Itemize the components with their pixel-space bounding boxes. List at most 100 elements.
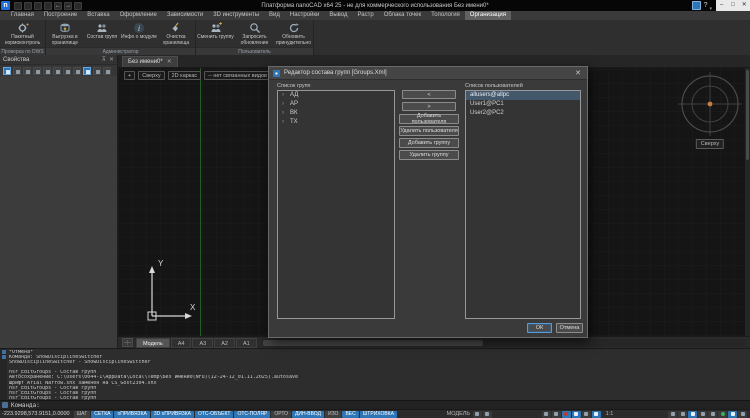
group-tree-item[interactable]: АР — [278, 100, 394, 109]
canvas-horizontal-scrollbar[interactable] — [262, 339, 746, 347]
visual-style-button[interactable]: 2D каркас — [168, 71, 202, 80]
tab-oblaka-tochek[interactable]: Облака точек — [379, 11, 426, 20]
layout-tab-a4[interactable]: А4 — [171, 338, 192, 348]
tab-3d-instrumenty[interactable]: 3D инструменты — [208, 11, 264, 20]
users-list[interactable]: allusers@allpc User1@PC1 User2@PC2 — [465, 90, 581, 319]
minimize-button[interactable]: – — [716, 0, 727, 11]
change-group-button[interactable]: Сменить группу — [197, 21, 235, 41]
tab-topologiya[interactable]: Топология — [426, 11, 465, 20]
redo-icon[interactable]: → — [64, 2, 72, 10]
selection-cursor-icon[interactable] — [572, 411, 581, 418]
compass-view-label[interactable]: Сверху — [696, 139, 724, 149]
info-panel-icon[interactable] — [103, 67, 111, 75]
toggle-ortho[interactable]: ОРТО — [271, 411, 291, 418]
highlight-tool-icon[interactable] — [83, 67, 91, 75]
quick-select-icon[interactable] — [43, 67, 51, 75]
lamp-icon[interactable] — [552, 411, 561, 418]
view-direction-button[interactable]: Сверху — [138, 71, 164, 80]
status-ok-icon[interactable] — [718, 411, 727, 418]
layout-tab-a3[interactable]: А3 — [192, 338, 213, 348]
layout-tab-a2[interactable]: А2 — [214, 338, 235, 348]
notes-icon[interactable] — [738, 411, 747, 418]
tab-zavisimosti[interactable]: Зависимости — [162, 11, 208, 20]
zoom-icon[interactable] — [688, 411, 697, 418]
viewport-menu-button[interactable]: + — [124, 71, 135, 80]
layout-tab-a1[interactable]: А1 — [236, 338, 257, 348]
user-list-item[interactable]: User2@PC2 — [466, 109, 580, 118]
save-all-icon[interactable] — [44, 2, 52, 10]
maximize-button[interactable]: □ — [727, 0, 738, 11]
toggle-otrack-object[interactable]: ОТС-ОБЪЕКТ — [195, 411, 233, 418]
annotation-icon[interactable] — [542, 411, 551, 418]
tab-glavnaya[interactable]: Главная — [6, 11, 39, 20]
group-tree-item[interactable]: ВК — [278, 109, 394, 118]
copy-properties-icon[interactable] — [23, 67, 31, 75]
pin-icon[interactable]: ⊼ — [102, 56, 106, 63]
paste-properties-icon[interactable] — [33, 67, 41, 75]
toggle-snap[interactable]: ШАГ — [74, 411, 91, 418]
delete-group-button[interactable]: Удалить группу — [399, 150, 459, 160]
toggle-lineweight[interactable]: ВЕС — [342, 411, 358, 418]
add-user-button[interactable]: Добавить пользователя — [399, 114, 459, 124]
record-icon[interactable] — [562, 411, 571, 418]
tab-vyvod[interactable]: Вывод — [324, 11, 352, 20]
scale-indicator[interactable]: 1:1 — [606, 411, 614, 417]
cleanup-storage-button[interactable]: Очистка хранилища — [158, 21, 194, 46]
undo-icon[interactable]: ← — [54, 2, 62, 10]
toggle-osnap[interactable]: оПРИВЯЗКА — [114, 411, 149, 418]
save-icon[interactable] — [34, 2, 42, 10]
pick-tool-icon[interactable] — [13, 67, 21, 75]
dialog-close-icon[interactable]: ✕ — [573, 69, 583, 77]
move-right-button[interactable]: > — [402, 102, 456, 111]
help-button[interactable]: ? — [704, 2, 708, 9]
user-list-item[interactable]: User1@PC1 — [466, 100, 580, 109]
command-log[interactable]: *Отмена* Команда: ShowDisciplineSwitcher… — [0, 348, 750, 400]
eraser-icon[interactable] — [668, 411, 677, 418]
settings-icon[interactable] — [73, 67, 81, 75]
search-icon[interactable] — [678, 411, 687, 418]
filter-icon[interactable] — [53, 67, 61, 75]
close-button[interactable]: ✕ — [739, 0, 750, 11]
ok-button[interactable]: ОК — [527, 323, 552, 333]
open-file-icon[interactable] — [24, 2, 32, 10]
toggle-iso[interactable]: ИЗО — [325, 411, 341, 418]
table-icon[interactable] — [692, 1, 701, 10]
groups-list[interactable]: АД АР ВК ТХ — [277, 90, 395, 319]
tab-organizatsiya[interactable]: Организация — [465, 11, 511, 20]
group-composition-button[interactable]: Состав групп — [84, 21, 120, 41]
toggle-grid[interactable]: СЕТКА — [91, 411, 113, 418]
toggle-otrack-polar[interactable]: ОТС-ПОЛЯР — [234, 411, 270, 418]
view-compass[interactable]: Сверху — [678, 72, 742, 150]
delete-user-button[interactable]: Удалить пользователя — [399, 126, 459, 136]
layout-list-icon[interactable] — [122, 338, 133, 347]
ruler-icon[interactable] — [582, 411, 591, 418]
layers-icon[interactable] — [63, 67, 71, 75]
pan-icon[interactable] — [698, 411, 707, 418]
print-icon[interactable] — [74, 2, 82, 10]
flag-icon[interactable] — [728, 411, 737, 418]
refresh-panel-icon[interactable] — [93, 67, 101, 75]
dialog-titlebar[interactable]: Редактор состава групп [Groups.Xml] ✕ — [269, 67, 587, 80]
move-left-button[interactable]: < — [402, 90, 456, 99]
tab-nastroyki[interactable]: Настройки — [285, 11, 324, 20]
request-update-button[interactable]: Запросить обновление — [236, 21, 274, 46]
layout-tab-model[interactable]: Модель — [136, 338, 170, 348]
batch-normcontrol-button[interactable]: Пакетный нормоконтроль — [1, 21, 45, 46]
tab-vstavka[interactable]: Вставка — [82, 11, 114, 20]
tab-rastr[interactable]: Растр — [352, 11, 378, 20]
document-tab[interactable]: Без имени0* ✕ — [122, 56, 178, 67]
upload-storage-button[interactable]: Выгрузка в хранилище — [47, 21, 83, 46]
canvas-vertical-scrollbar[interactable] — [745, 68, 750, 336]
new-file-icon[interactable] — [14, 2, 22, 10]
cancel-button[interactable]: Отмена — [556, 323, 583, 333]
tab-oformlenie[interactable]: Оформление — [115, 11, 162, 20]
group-tree-item[interactable]: АД — [278, 91, 394, 100]
command-input-row[interactable]: Команда: — [0, 400, 750, 409]
force-update-button[interactable]: Обновить принудительно — [275, 21, 313, 46]
viewport-lock-icon[interactable] — [483, 411, 492, 418]
app-logo-icon[interactable]: n — [1, 1, 10, 10]
add-group-button[interactable]: Добавить группу — [399, 138, 459, 148]
user-list-item[interactable]: allusers@allpc — [466, 91, 580, 100]
module-info-button[interactable]: i Инфо о модуле — [121, 21, 157, 41]
model-space-label[interactable]: МОДЕЛЬ — [447, 411, 470, 417]
